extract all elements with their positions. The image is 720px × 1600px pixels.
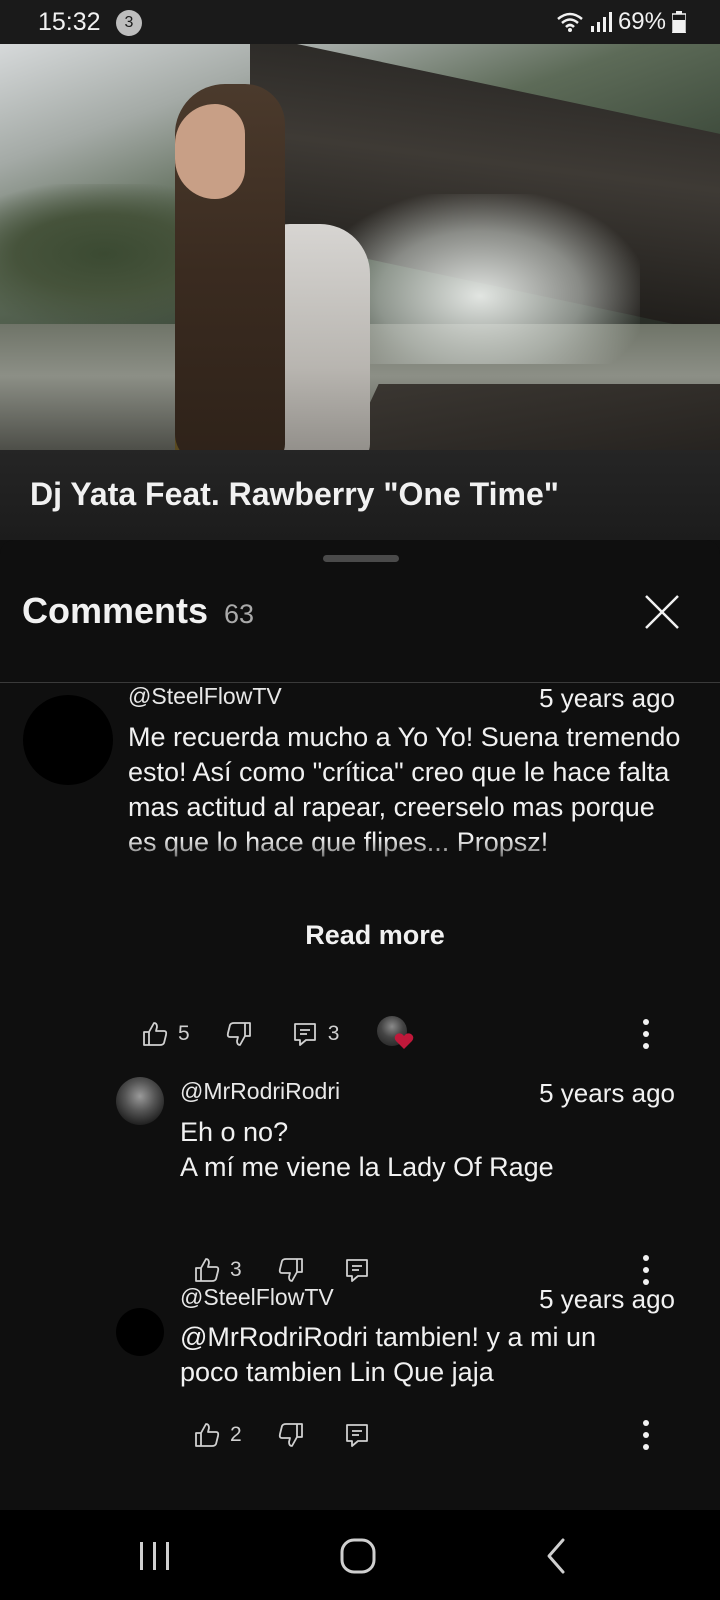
video-title: Dj Yata Feat. Rawberry "One Time": [30, 476, 559, 512]
comments-count: 63: [224, 599, 255, 629]
comments-sheet: Comments 63 @SteelFlowTV 5 years ago Me …: [0, 540, 720, 1510]
comment-text: Eh o no? A mí me viene la Lady Of Rage: [180, 1115, 680, 1185]
thumbs-down-icon: [226, 1022, 251, 1046]
heart-icon: [395, 1033, 414, 1049]
comment-time: 5 years ago: [539, 1078, 675, 1108]
wifi-icon: [557, 12, 583, 32]
home-icon: [340, 1538, 376, 1574]
recents-button[interactable]: [135, 1538, 175, 1574]
comment-author[interactable]: @MrRodriRodri: [180, 1078, 340, 1105]
like-button[interactable]: 3: [194, 1257, 242, 1283]
comment-text: Me recuerda mucho a Yo Yo! Suena tremend…: [128, 722, 681, 857]
like-count: 2: [230, 1423, 242, 1446]
dislike-button[interactable]: [278, 1422, 304, 1448]
video-scene-deck: [341, 384, 720, 450]
video-player[interactable]: [0, 44, 720, 450]
like-count: 3: [230, 1258, 242, 1281]
status-bar: 15:32 3 69%: [0, 0, 720, 44]
comments-header: Comments 63: [22, 590, 254, 632]
back-icon: [547, 1538, 565, 1574]
like-count: 5: [178, 1022, 190, 1045]
read-more-button[interactable]: Read more: [0, 920, 720, 951]
battery-icon: [672, 11, 686, 33]
like-button[interactable]: 5: [142, 1021, 190, 1047]
reply-icon: [345, 1259, 368, 1282]
comment-time: 5 years ago: [539, 1284, 675, 1314]
close-button[interactable]: [640, 590, 684, 634]
dislike-button[interactable]: [226, 1021, 252, 1047]
status-time: 15:32: [38, 8, 101, 36]
thumbs-up-icon: [143, 1022, 168, 1046]
reply-icon: [345, 1424, 368, 1447]
comment-author[interactable]: @SteelFlowTV: [180, 1284, 334, 1311]
reply-button[interactable]: 3: [292, 1021, 340, 1047]
back-button[interactable]: [543, 1536, 573, 1576]
comment-author[interactable]: @SteelFlowTV: [128, 683, 282, 710]
reply-button[interactable]: [344, 1257, 370, 1283]
more-options-button[interactable]: [636, 1014, 656, 1054]
battery-percentage: 69%: [617, 8, 666, 35]
comments-title: Comments: [22, 590, 209, 631]
more-options-button[interactable]: [636, 1415, 656, 1455]
more-options-icon: [643, 1420, 649, 1450]
creator-heart: [377, 1014, 417, 1054]
signal-icon: [590, 12, 612, 32]
avatar[interactable]: [116, 1308, 164, 1356]
comment-text-line: A mí me viene la Lady Of Rage: [180, 1152, 554, 1182]
close-icon: [645, 595, 679, 629]
comment-text: @MrRodriRodri tambien! y a mi un poco ta…: [180, 1322, 597, 1387]
more-options-icon: [643, 1019, 649, 1049]
like-button[interactable]: 2: [194, 1422, 242, 1448]
notification-badge: 3: [116, 10, 142, 36]
reply-count: 3: [327, 1022, 340, 1045]
comment-time: 5 years ago: [539, 683, 675, 713]
thumbs-down-icon: [278, 1423, 303, 1447]
comment-text-line: Eh o no?: [180, 1117, 289, 1147]
video-title-bar: Dj Yata Feat. Rawberry "One Time": [0, 450, 720, 540]
reply-icon: [293, 1023, 316, 1046]
comment-actions: 5 3: [142, 1014, 417, 1054]
status-icons: 69%: [556, 8, 686, 36]
system-nav-bar: [0, 1510, 720, 1600]
thumbs-up-icon: [195, 1258, 220, 1282]
dislike-button[interactable]: [278, 1257, 304, 1283]
reply-button[interactable]: [344, 1422, 370, 1448]
sheet-drag-handle[interactable]: [323, 555, 399, 562]
home-button[interactable]: [338, 1536, 378, 1576]
thumbs-down-icon: [278, 1258, 303, 1282]
thumbs-up-icon: [195, 1423, 220, 1447]
recents-icon: [140, 1542, 169, 1570]
avatar[interactable]: [23, 695, 113, 785]
video-scene-figure-head: [175, 104, 245, 199]
comment-actions: 2: [194, 1415, 370, 1455]
avatar[interactable]: [116, 1077, 164, 1125]
